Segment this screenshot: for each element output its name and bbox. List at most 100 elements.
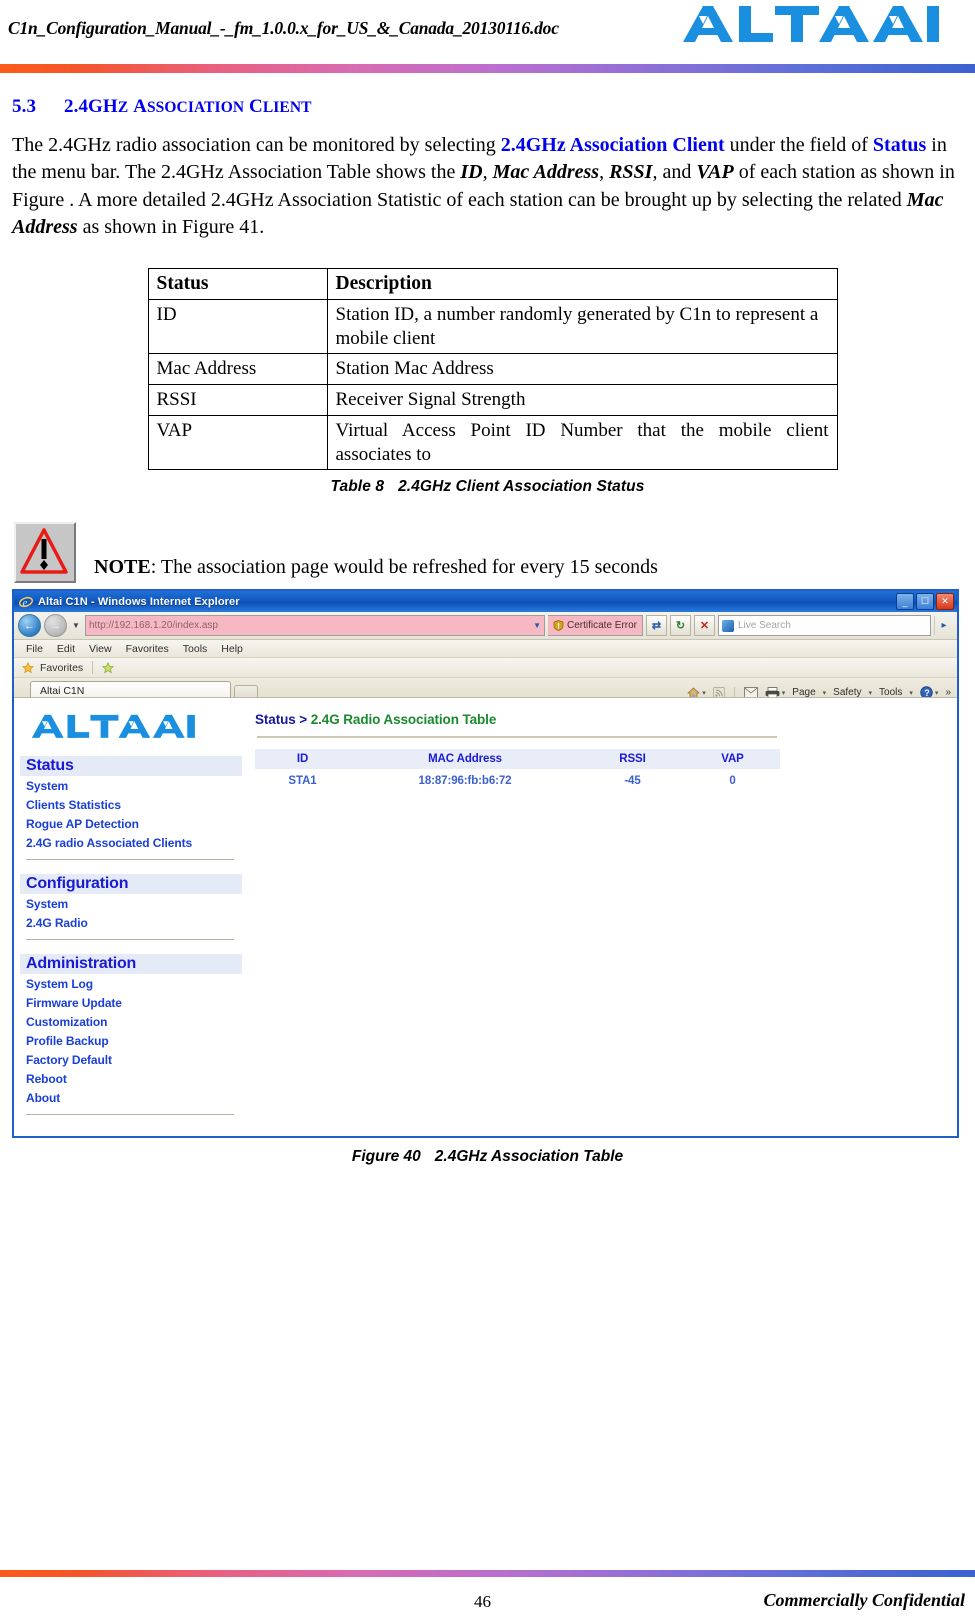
print-caret-icon[interactable]: ▾	[782, 689, 786, 697]
note-block: NOTE: The association page would be refr…	[12, 522, 963, 584]
sidebar-item-about[interactable]: About	[20, 1088, 242, 1107]
cell-status-mac: Mac Address	[147, 353, 328, 386]
figure-caption: Figure 40 2.4GHz Association Table	[12, 1148, 963, 1166]
para-link-status[interactable]: Status	[873, 134, 926, 156]
note-label: NOTE	[94, 556, 151, 579]
forward-button[interactable]: →	[44, 614, 67, 638]
association-cell-mac[interactable]: 18:87:96:fb:b6:72	[350, 770, 580, 793]
sidebar-item-clients-statistics[interactable]: Clients Statistics	[20, 795, 242, 814]
section-heading: 5.3 2.4GHZ ASSOCIATION CLIENT	[12, 96, 963, 118]
back-button[interactable]: ←	[18, 614, 41, 638]
table-header-row: Status Description	[147, 267, 838, 300]
menu-item-tools[interactable]: Tools	[183, 643, 208, 655]
breadcrumb-parent[interactable]: Status >	[255, 712, 307, 727]
stop-button[interactable]: ✕	[694, 615, 715, 637]
sidebar-item-rogue-ap-detection[interactable]: Rogue AP Detection	[20, 814, 242, 833]
section-title-p1: 2.4GH	[64, 96, 118, 117]
search-provider-icon	[722, 619, 734, 632]
browser-window-screenshot: e Altai C1N - Windows Internet Explorer …	[12, 589, 959, 1139]
internet-explorer-icon: e	[19, 595, 33, 609]
search-go-icon[interactable]: ▸	[934, 616, 953, 636]
sidebar-item-reboot[interactable]: Reboot	[20, 1069, 242, 1088]
association-table-header-row: ID MAC Address RSSI VAP	[255, 749, 780, 771]
sidebar-heading-status: Status	[20, 756, 242, 777]
col-header-status: Status	[147, 267, 328, 300]
page-caret-icon[interactable]: ▾	[823, 689, 827, 697]
menu-item-view[interactable]: View	[89, 643, 112, 655]
sidebar-item-customization[interactable]: Customization	[20, 1012, 242, 1031]
tools-caret-icon[interactable]: ▾	[909, 689, 913, 697]
table-caption-label: Table 8	[330, 478, 385, 496]
para-em-id: ID	[460, 161, 483, 184]
col-header-description: Description	[326, 267, 838, 300]
page-number: 46	[474, 1592, 491, 1611]
safety-caret-icon[interactable]: ▾	[869, 689, 873, 697]
favorites-label[interactable]: Favorites	[40, 662, 83, 674]
favorites-star-icon[interactable]	[22, 661, 34, 674]
search-input[interactable]: Live Search	[718, 615, 931, 637]
para-text-8: as shown in Figure 41.	[77, 216, 265, 239]
sidebar-divider	[26, 1114, 234, 1116]
note-text: NOTE: The association page would be refr…	[76, 556, 658, 583]
para-em-mac-address: Mac Address	[492, 161, 600, 184]
section-title-p6: LIENT	[262, 99, 312, 116]
association-col-mac: MAC Address	[350, 749, 580, 771]
address-input[interactable]: http://192.168.1.20/index.asp ▼	[85, 615, 545, 637]
refresh-button[interactable]: ↻	[670, 615, 691, 637]
breadcrumb: Status > 2.4G Radio Association Table	[255, 712, 939, 727]
status-description-table: Status Description ID Station ID, a numb…	[147, 267, 838, 471]
table-row: Mac Address Station Mac Address	[147, 353, 838, 386]
favorites-separator	[92, 661, 94, 675]
sidebar-item-status-system[interactable]: System	[20, 776, 242, 795]
association-cell-id: STA1	[288, 775, 317, 788]
table-row: RSSI Receiver Signal Strength	[147, 384, 838, 416]
certificate-error-badge[interactable]: Certificate Error	[547, 615, 643, 637]
section-number: 5.3	[12, 96, 37, 117]
cell-desc-vap: Virtual Access Point ID Number that the …	[326, 414, 838, 471]
sidebar-item-config-24g-radio[interactable]: 2.4G Radio	[20, 913, 242, 932]
para-text-5: ,	[599, 161, 610, 184]
home-caret-icon[interactable]: ▾	[702, 689, 706, 697]
association-table: ID MAC Address RSSI VAP STA1 18:87:96:fb…	[255, 749, 780, 792]
compatibility-view-button[interactable]: ⇄	[646, 615, 667, 637]
menu-item-help[interactable]: Help	[221, 643, 243, 655]
para-text-2: under the field of	[724, 134, 873, 156]
help-caret-icon[interactable]: ▾	[935, 689, 939, 697]
address-url-visible: http://192.168.1.20	[89, 620, 173, 632]
sidebar-item-factory-default[interactable]: Factory Default	[20, 1050, 242, 1069]
browser-title-bar: e Altai C1N - Windows Internet Explorer …	[14, 591, 957, 613]
browser-menu-bar: File Edit View Favorites Tools Help	[14, 640, 957, 659]
address-url-text: http://192.168.1.20/index.asp	[89, 620, 218, 631]
history-dropdown-icon[interactable]: ▼	[70, 621, 82, 630]
association-col-vap: VAP	[685, 749, 780, 771]
breadcrumb-current: 2.4G Radio Association Table	[310, 712, 497, 728]
footer-gradient-rule	[0, 1570, 975, 1577]
sidebar-item-profile-backup[interactable]: Profile Backup	[20, 1031, 242, 1050]
sidebar-divider	[26, 939, 234, 941]
menu-item-file[interactable]: File	[26, 643, 43, 655]
sidebar-item-24g-radio-associated-clients[interactable]: 2.4G radio Associated Clients	[20, 833, 242, 852]
sidebar-item-system-log[interactable]: System Log	[20, 974, 242, 993]
close-button[interactable]: ✕	[936, 593, 954, 611]
sidebar-group-administration: Administration System Log Firmware Updat…	[20, 954, 242, 1116]
para-text-6: , and	[652, 161, 697, 184]
altai-logo-header	[677, 2, 947, 48]
para-link-association-client[interactable]: 2.4GHz Association Client	[501, 134, 725, 156]
browser-favorites-bar: Favorites	[14, 658, 957, 679]
document-content: 5.3 2.4GHZ ASSOCIATION CLIENT The 2.4GHz …	[0, 96, 975, 1166]
menu-item-favorites[interactable]: Favorites	[126, 643, 169, 655]
add-favorite-icon[interactable]	[102, 661, 115, 674]
maximize-button[interactable]: ☐	[916, 593, 934, 611]
sidebar-item-firmware-update[interactable]: Firmware Update	[20, 993, 242, 1012]
menu-item-edit[interactable]: Edit	[57, 643, 75, 655]
svg-text:e: e	[23, 597, 28, 609]
table-row: VAP Virtual Access Point ID Number that …	[147, 414, 838, 471]
sidebar-item-config-system[interactable]: System	[20, 894, 242, 913]
note-body: : The association page would be refreshe…	[150, 556, 658, 579]
section-title-p2: Z	[117, 99, 129, 116]
address-dropdown-icon[interactable]: ▼	[533, 621, 541, 630]
table-caption-text: 2.4GHz Client Association Status	[398, 478, 645, 496]
para-em-vap: VAP	[696, 161, 734, 184]
minimize-button[interactable]: _	[896, 593, 914, 611]
certificate-error-label: Certificate Error	[566, 620, 637, 632]
